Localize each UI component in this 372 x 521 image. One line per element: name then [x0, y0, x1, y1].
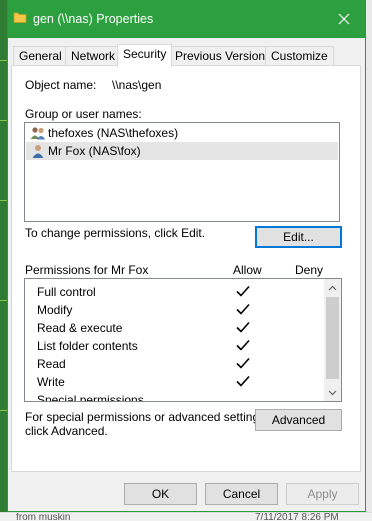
tab-security[interactable]: Security [117, 44, 173, 67]
advanced-text-line1: For special permissions or advanced sett… [25, 410, 269, 424]
object-name-value: \\nas\gen [112, 78, 162, 92]
permission-row: Full control [25, 283, 325, 301]
group-names-label: Group or user names: [25, 107, 142, 121]
background-stripe [0, 300, 7, 301]
security-panel: Object name: \\nas\gen Group or user nam… [11, 65, 361, 472]
permissions-list[interactable]: Full control Modify Read & execute List … [24, 278, 342, 402]
permission-name: Read [37, 357, 66, 371]
properties-dialog: gen (\\nas) Properties General Network S… [7, 0, 366, 512]
permission-name: Modify [37, 303, 73, 317]
title-bar[interactable]: gen (\\nas) Properties [8, 0, 365, 38]
permission-row: Special permissions [25, 391, 325, 402]
permission-name: Full control [37, 285, 96, 299]
scroll-up-button[interactable] [324, 279, 341, 296]
permission-row: Write [25, 373, 325, 391]
deny-header: Deny [295, 263, 324, 277]
tab-general[interactable]: General [13, 46, 68, 66]
permission-name: Write [37, 375, 65, 389]
window-title: gen (\\nas) Properties [33, 12, 154, 26]
tab-strip: General Network Security Previous Versio… [11, 44, 361, 67]
allow-check-icon [236, 285, 250, 297]
allow-check-icon [236, 321, 250, 333]
permissions-for-label: Permissions for Mr Fox [25, 263, 149, 277]
user-name: Mr Fox (NAS\fox) [48, 144, 141, 158]
advanced-text-line2: click Advanced. [25, 424, 108, 438]
user-row-mr-fox[interactable]: Mr Fox (NAS\fox) [26, 142, 338, 160]
background-stripe [0, 120, 7, 121]
allow-check-icon [236, 375, 250, 387]
change-permissions-text: To change permissions, click Edit. [25, 226, 206, 240]
allow-header: Allow [233, 263, 262, 277]
scroll-down-button[interactable] [324, 384, 341, 401]
permission-row: Read [25, 355, 325, 373]
allow-check-icon [236, 357, 250, 369]
permission-row: List folder contents [25, 337, 325, 355]
user-icon [32, 145, 44, 158]
permission-row: Read & execute [25, 319, 325, 337]
background-stripe [0, 410, 7, 411]
folder-icon [13, 12, 27, 23]
background-window-edge [0, 0, 7, 521]
background-stripe [0, 200, 7, 201]
permissions-scrollbar[interactable] [324, 279, 341, 401]
edit-button[interactable]: Edit... [255, 226, 342, 248]
advanced-button[interactable]: Advanced [255, 409, 342, 431]
tab-previous-versions[interactable]: Previous Versions [169, 46, 278, 66]
tab-network[interactable]: Network [65, 46, 122, 66]
background-list-row: from muskin 7/11/2017 8:26 PM [0, 512, 372, 521]
ok-button[interactable]: OK [124, 483, 197, 505]
background-row-date: 7/11/2017 8:26 PM [255, 512, 339, 521]
chevron-down-icon [328, 390, 337, 395]
chevron-up-icon [328, 285, 337, 290]
close-icon [338, 13, 350, 25]
background-row-text: from muskin [16, 512, 71, 521]
background-stripe [0, 60, 7, 61]
allow-check-icon [236, 303, 250, 315]
scrollbar-thumb[interactable] [326, 297, 339, 379]
object-name-label: Object name: [25, 78, 97, 92]
apply-button[interactable]: Apply [286, 483, 359, 505]
allow-check-icon [236, 339, 250, 351]
user-list[interactable]: thefoxes (NAS\thefoxes) Mr Fox (NAS\fox) [24, 122, 340, 222]
user-name: thefoxes (NAS\thefoxes) [48, 126, 179, 140]
close-button[interactable] [323, 0, 365, 38]
cancel-button[interactable]: Cancel [205, 483, 278, 505]
group-icon [30, 127, 46, 140]
permission-name: List folder contents [37, 339, 138, 353]
permission-name: Special permissions [37, 393, 144, 402]
permission-row: Modify [25, 301, 325, 319]
user-row-thefoxes[interactable]: thefoxes (NAS\thefoxes) [26, 124, 338, 142]
permission-name: Read & execute [37, 321, 123, 335]
tab-customize[interactable]: Customize [265, 46, 334, 66]
